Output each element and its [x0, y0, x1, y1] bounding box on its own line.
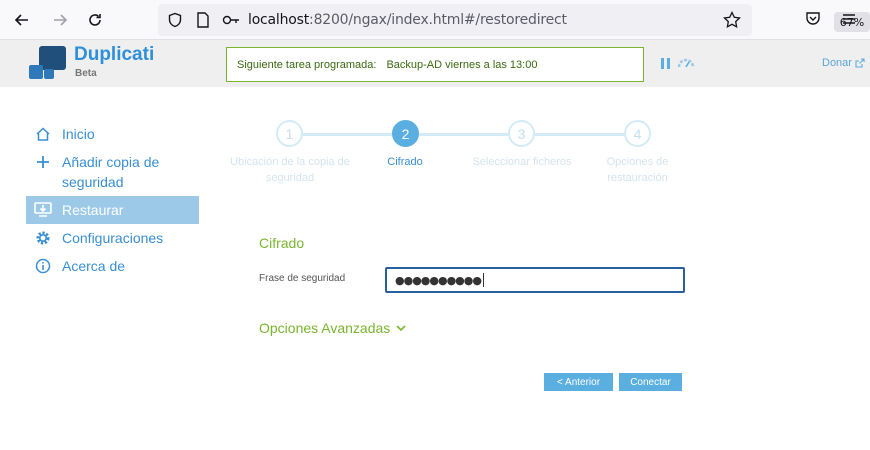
- external-link-icon: [855, 58, 865, 68]
- app-header: Duplicati Beta Siguiente tarea programad…: [0, 40, 870, 87]
- pause-icon[interactable]: [661, 58, 670, 69]
- step-2-label[interactable]: Cifrado: [340, 154, 470, 170]
- sidebar-item-about[interactable]: Acerca de: [26, 252, 199, 280]
- home-icon: [32, 124, 54, 144]
- step-connector: [535, 133, 624, 136]
- passphrase-value: ●●●●●●●●●●: [395, 273, 482, 287]
- key-icon[interactable]: [222, 13, 240, 27]
- sidebar-item-home[interactable]: Inicio: [26, 120, 199, 148]
- sidebar-item-label: Configuraciones: [62, 230, 164, 246]
- arrow-left-icon: [14, 14, 28, 26]
- reload-icon: [89, 14, 101, 26]
- sidebar-item-label: Acerca de: [62, 258, 126, 274]
- advanced-options-toggle[interactable]: Opciones Avanzadas: [259, 320, 406, 336]
- schedule-value: Backup-AD viernes a las 13:00: [386, 58, 538, 71]
- url-path: :8200/ngax/index.html#/restoredirect: [309, 12, 567, 28]
- text-caret: [482, 273, 484, 287]
- next-scheduled-task: Siguiente tarea programada: Backup-AD vi…: [226, 47, 644, 82]
- schedule-label: Siguiente tarea programada:: [237, 58, 377, 71]
- step-connector: [303, 133, 392, 136]
- url-host: localhost: [248, 12, 310, 28]
- advanced-options-label: Opciones Avanzadas: [259, 320, 391, 336]
- brand-subtitle: Beta: [75, 68, 97, 79]
- step-1-circle[interactable]: 1: [276, 120, 303, 147]
- restore-stepper: 1 2 3 4 Ubicación de la copia de segurid…: [230, 120, 700, 200]
- passphrase-input[interactable]: ●●●●●●●●●●: [385, 267, 685, 293]
- duplicati-logo-icon[interactable]: [28, 45, 68, 81]
- url-bar[interactable]: localhost:8200/ngax/index.html#/restored…: [158, 4, 870, 36]
- previous-button[interactable]: < Anterior: [544, 373, 613, 391]
- pocket-icon[interactable]: [805, 11, 821, 27]
- connect-button[interactable]: Conectar: [619, 373, 682, 391]
- sidebar-item-label: Añadir copia de seguridad: [62, 154, 160, 190]
- chevron-down-icon: [396, 324, 406, 331]
- sidebar: Inicio Añadir copia de seguridad Restaur…: [26, 120, 199, 280]
- step-4-label[interactable]: Opciones de restauración: [590, 154, 685, 186]
- passphrase-label: Frase de seguridad: [259, 273, 346, 284]
- shield-icon[interactable]: [167, 12, 183, 28]
- star-icon[interactable]: [723, 11, 741, 29]
- gear-icon: [32, 228, 54, 248]
- step-3-label[interactable]: Seleccionar ficheros: [457, 154, 587, 170]
- sidebar-item-restore[interactable]: Restaurar: [26, 196, 199, 224]
- step-1-label[interactable]: Ubicación de la copia de seguridad: [225, 154, 355, 186]
- back-button[interactable]: [10, 8, 34, 32]
- plus-icon: [32, 152, 54, 172]
- arrow-right-icon: [54, 14, 68, 26]
- sidebar-item-add-backup[interactable]: Añadir copia de seguridad: [26, 148, 199, 196]
- forward-button[interactable]: [48, 8, 72, 32]
- sidebar-item-label: Restaurar: [62, 202, 124, 218]
- brand-name[interactable]: Duplicati: [74, 44, 154, 66]
- donate-label: Donar: [822, 57, 852, 69]
- menu-icon[interactable]: [842, 12, 856, 26]
- reload-button[interactable]: [83, 8, 107, 32]
- restore-icon: [32, 200, 54, 220]
- step-4-circle[interactable]: 4: [624, 120, 651, 147]
- step-2-circle[interactable]: 2: [392, 120, 419, 147]
- page-icon: [197, 12, 209, 28]
- donate-link[interactable]: Donar: [822, 57, 865, 69]
- sidebar-item-settings[interactable]: Configuraciones: [26, 224, 199, 252]
- url-text[interactable]: localhost:8200/ngax/index.html#/restored…: [248, 12, 567, 28]
- info-icon: [32, 256, 54, 276]
- section-title: Cifrado: [259, 235, 305, 251]
- browser-toolbar: localhost:8200/ngax/index.html#/restored…: [0, 0, 870, 40]
- step-3-circle[interactable]: 3: [508, 120, 535, 147]
- step-connector: [419, 133, 508, 136]
- throttle-icon[interactable]: [677, 57, 695, 69]
- sidebar-item-label: Inicio: [62, 126, 95, 142]
